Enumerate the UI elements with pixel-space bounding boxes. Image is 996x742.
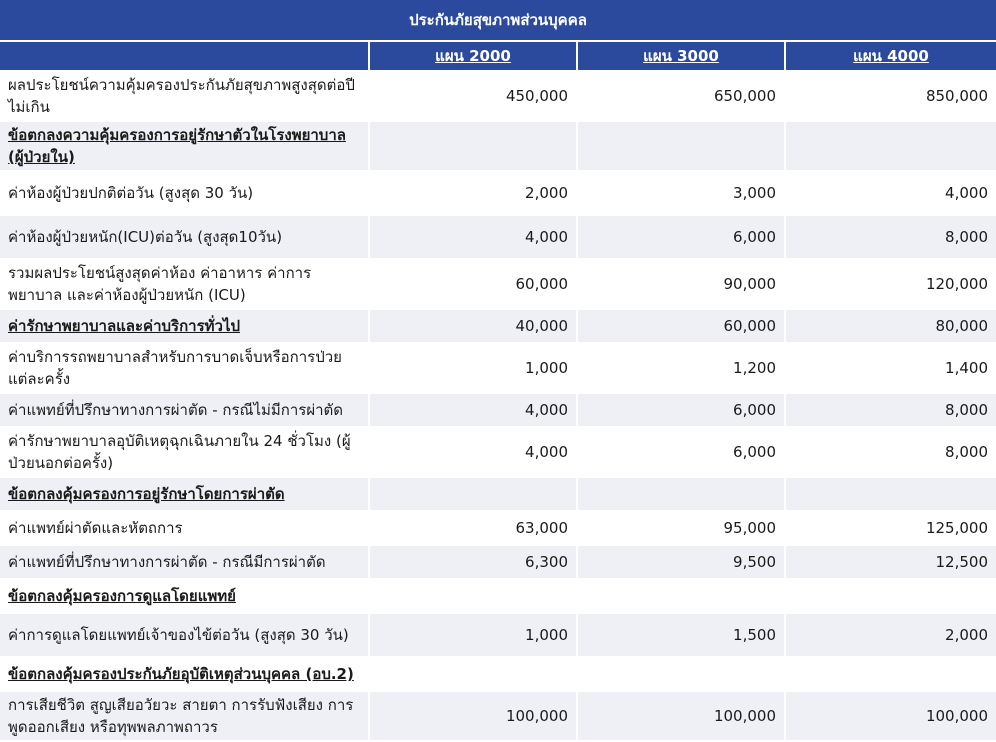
plan-3000-header: แผน 3000 xyxy=(578,42,786,72)
table-row: ค่าห้องผู้ป่วยปกติต่อวัน (สูงสุด 30 วัน)… xyxy=(0,172,996,216)
section-label: ข้อตกลงคุ้มครองการดูแลโดยแพทย์ xyxy=(0,580,370,614)
table-row: ค่าแพทย์ที่ปรึกษาทางการผ่าตัด - กรณีมีกา… xyxy=(0,546,996,580)
value-plan-2000: 4,000 xyxy=(370,428,578,478)
table-row: การเสียชีวิต สูญเสียอวัยวะ สายตา การรับฟ… xyxy=(0,692,996,742)
table-row: ค่าบริการรถพยาบาลสำหรับการบาดเจ็บหรือการ… xyxy=(0,344,996,394)
section-row: ข้อตกลงคุ้มครองการอยู่รักษาโดยการผ่าตัด xyxy=(0,478,996,512)
section-row: ค่ารักษาพยาบาลและค่าบริการทั่วไป 40,000 … xyxy=(0,310,996,344)
section-label: ข้อตกลงคุ้มครองการอยู่รักษาโดยการผ่าตัด xyxy=(0,478,370,512)
table-row: รวมผลประโยชน์สูงสุดค่าห้อง ค่าอาหาร ค่าก… xyxy=(0,260,996,310)
value-plan-4000: 850,000 xyxy=(786,72,996,122)
row-label: ผลประโยชน์ความคุ้มครองประกันภัยสุขภาพสูง… xyxy=(0,72,370,122)
table-row: ค่าแพทย์ที่ปรึกษาทางการผ่าตัด - กรณีไม่ม… xyxy=(0,394,996,428)
section-row: ข้อตกลงความคุ้มครองการอยู่รักษาตัวในโรงพ… xyxy=(0,122,996,172)
value-plan-3000: 9,500 xyxy=(578,546,786,580)
row-label: การเสียชีวิต สูญเสียอวัยวะ สายตา การรับฟ… xyxy=(0,692,370,742)
value-plan-4000: 8,000 xyxy=(786,394,996,428)
row-label: ค่าแพทย์ผ่าตัดและหัตถการ xyxy=(0,512,370,546)
value-plan-4000: 120,000 xyxy=(786,260,996,310)
value-plan-3000: 3,000 xyxy=(578,172,786,216)
value-plan-2000: 40,000 xyxy=(370,310,578,344)
value-plan-4000: 8,000 xyxy=(786,216,996,260)
row-label: ค่าแพทย์ที่ปรึกษาทางการผ่าตัด - กรณีมีกา… xyxy=(0,546,370,580)
header-blank xyxy=(0,42,370,72)
row-label: ค่ารักษาพยาบาลอุบัติเหตุฉุกเฉินภายใน 24 … xyxy=(0,428,370,478)
value-plan-3000: 100,000 xyxy=(578,692,786,742)
value-plan-2000: 1,000 xyxy=(370,344,578,394)
value-plan-4000 xyxy=(786,580,996,614)
value-plan-4000 xyxy=(786,122,996,172)
value-plan-3000 xyxy=(578,658,786,692)
table-row: ค่าห้องผู้ป่วยหนัก(ICU)ต่อวัน (สูงสุด10ว… xyxy=(0,216,996,260)
value-plan-4000: 2,000 xyxy=(786,614,996,658)
table-row: ผลประโยชน์ความคุ้มครองประกันภัยสุขภาพสูง… xyxy=(0,72,996,122)
value-plan-4000: 80,000 xyxy=(786,310,996,344)
value-plan-2000: 4,000 xyxy=(370,216,578,260)
table-row: ค่ารักษาพยาบาลอุบัติเหตุฉุกเฉินภายใน 24 … xyxy=(0,428,996,478)
table-row: ค่าแพทย์ผ่าตัดและหัตถการ 63,000 95,000 1… xyxy=(0,512,996,546)
value-plan-3000: 60,000 xyxy=(578,310,786,344)
value-plan-4000: 125,000 xyxy=(786,512,996,546)
section-label: ข้อตกลงความคุ้มครองการอยู่รักษาตัวในโรงพ… xyxy=(0,122,370,172)
value-plan-2000 xyxy=(370,122,578,172)
table-row: ค่าการดูแลโดยแพทย์เจ้าของไข้ต่อวัน (สูงส… xyxy=(0,614,996,658)
value-plan-4000: 12,500 xyxy=(786,546,996,580)
section-row: ข้อตกลงคุ้มครองการดูแลโดยแพทย์ xyxy=(0,580,996,614)
row-label: ค่าแพทย์ที่ปรึกษาทางการผ่าตัด - กรณีไม่ม… xyxy=(0,394,370,428)
value-plan-4000 xyxy=(786,658,996,692)
value-plan-4000: 1,400 xyxy=(786,344,996,394)
value-plan-3000: 6,000 xyxy=(578,216,786,260)
value-plan-3000: 95,000 xyxy=(578,512,786,546)
value-plan-3000: 6,000 xyxy=(578,394,786,428)
value-plan-2000: 60,000 xyxy=(370,260,578,310)
value-plan-2000 xyxy=(370,580,578,614)
value-plan-3000 xyxy=(578,122,786,172)
coverage-table: ประกันภัยสุขภาพส่วนบุคคล แผน 2000 แผน 30… xyxy=(0,0,996,742)
table-title: ประกันภัยสุขภาพส่วนบุคคล xyxy=(0,0,996,42)
value-plan-2000: 2,000 xyxy=(370,172,578,216)
value-plan-3000: 90,000 xyxy=(578,260,786,310)
value-plan-3000: 6,000 xyxy=(578,428,786,478)
value-plan-4000: 8,000 xyxy=(786,428,996,478)
value-plan-3000 xyxy=(578,478,786,512)
value-plan-2000: 100,000 xyxy=(370,692,578,742)
value-plan-3000 xyxy=(578,580,786,614)
row-label: ค่าห้องผู้ป่วยหนัก(ICU)ต่อวัน (สูงสุด10ว… xyxy=(0,216,370,260)
value-plan-2000: 1,000 xyxy=(370,614,578,658)
value-plan-3000: 1,200 xyxy=(578,344,786,394)
value-plan-2000: 450,000 xyxy=(370,72,578,122)
value-plan-3000: 1,500 xyxy=(578,614,786,658)
value-plan-4000: 100,000 xyxy=(786,692,996,742)
section-row: ข้อตกลงคุ้มครองประกันภัยอุบัติเหตุส่วนบุ… xyxy=(0,658,996,692)
value-plan-2000: 6,300 xyxy=(370,546,578,580)
value-plan-2000: 63,000 xyxy=(370,512,578,546)
section-label: ข้อตกลงคุ้มครองประกันภัยอุบัติเหตุส่วนบุ… xyxy=(0,658,370,692)
plan-2000-header: แผน 2000 xyxy=(370,42,578,72)
value-plan-2000 xyxy=(370,658,578,692)
value-plan-2000 xyxy=(370,478,578,512)
value-plan-3000: 650,000 xyxy=(578,72,786,122)
section-label: ค่ารักษาพยาบาลและค่าบริการทั่วไป xyxy=(0,310,370,344)
row-label: ค่าการดูแลโดยแพทย์เจ้าของไข้ต่อวัน (สูงส… xyxy=(0,614,370,658)
row-label: รวมผลประโยชน์สูงสุดค่าห้อง ค่าอาหาร ค่าก… xyxy=(0,260,370,310)
plan-4000-header: แผน 4000 xyxy=(786,42,996,72)
row-label: ค่าห้องผู้ป่วยปกติต่อวัน (สูงสุด 30 วัน) xyxy=(0,172,370,216)
value-plan-2000: 4,000 xyxy=(370,394,578,428)
value-plan-4000: 4,000 xyxy=(786,172,996,216)
value-plan-4000 xyxy=(786,478,996,512)
row-label: ค่าบริการรถพยาบาลสำหรับการบาดเจ็บหรือการ… xyxy=(0,344,370,394)
